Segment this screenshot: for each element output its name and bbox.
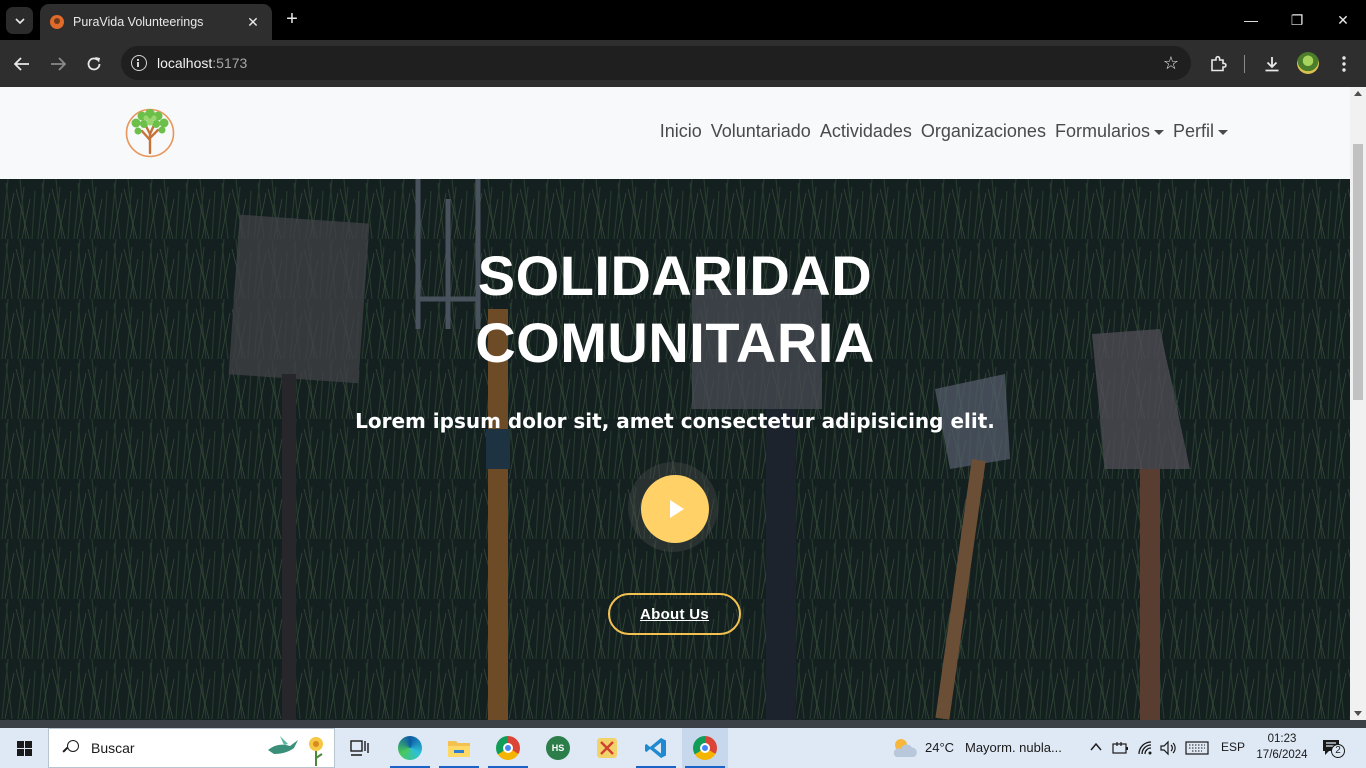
page-bottom-strip bbox=[0, 720, 1366, 728]
tree-logo-icon[interactable] bbox=[124, 104, 176, 158]
wifi-icon[interactable] bbox=[1137, 740, 1153, 756]
browser-tab-bar: PuraVida Volunteerings ✕ + — ❐ ✕ bbox=[0, 0, 1366, 40]
site-navbar: Inicio Voluntariado Actividades Organiza… bbox=[0, 87, 1350, 179]
taskbar-chrome-profile[interactable] bbox=[682, 728, 728, 768]
site-info-icon[interactable] bbox=[131, 55, 147, 71]
taskbar-edge[interactable] bbox=[387, 728, 433, 768]
start-button[interactable] bbox=[0, 728, 48, 768]
hero-title-line2: COMUNITARIA bbox=[475, 311, 875, 374]
tool-app-icon bbox=[597, 738, 617, 758]
search-icon bbox=[63, 740, 79, 756]
main-nav: Inicio Voluntariado Actividades Organiza… bbox=[660, 121, 1228, 142]
notification-center-button[interactable]: 2 bbox=[1322, 739, 1345, 758]
close-tab-icon[interactable]: ✕ bbox=[244, 14, 262, 31]
caret-down-icon bbox=[1218, 130, 1228, 135]
hero-title: SOLIDARIDAD COMUNITARIA bbox=[0, 242, 1350, 376]
play-video-button[interactable] bbox=[641, 475, 709, 543]
taskbar-chrome[interactable] bbox=[485, 728, 531, 768]
nav-link-actividades[interactable]: Actividades bbox=[820, 121, 912, 142]
downloads-button[interactable] bbox=[1260, 52, 1284, 76]
address-bar[interactable]: localhost :5173 ☆ bbox=[121, 46, 1191, 80]
taskbar-clock[interactable]: 01:23 17/6/2024 bbox=[1252, 731, 1312, 763]
taskbar-search[interactable]: Buscar bbox=[48, 728, 335, 768]
browser-tab-active[interactable]: PuraVida Volunteerings ✕ bbox=[40, 4, 272, 40]
nav-dropdown-perfil-label: Perfil bbox=[1172, 121, 1214, 141]
chevron-up-icon[interactable] bbox=[1090, 742, 1102, 752]
taskbar-tool-app[interactable] bbox=[584, 728, 630, 768]
weather-description[interactable]: Mayorm. nubla... bbox=[965, 740, 1062, 755]
clock-date: 17/6/2024 bbox=[1256, 749, 1308, 761]
download-icon bbox=[1265, 57, 1279, 72]
chrome-profile-icon bbox=[693, 736, 717, 760]
play-icon bbox=[670, 500, 684, 518]
caret-down-icon bbox=[1153, 130, 1164, 135]
scroll-down-arrow-icon[interactable] bbox=[1354, 711, 1362, 716]
hero-subtitle: Lorem ipsum dolor sit, amet consectetur … bbox=[355, 409, 995, 433]
site-favicon-icon bbox=[50, 15, 64, 29]
windows-taskbar: Buscar HS 24°C Mayorm. nubla... ESP 01:2… bbox=[0, 728, 1366, 768]
arrow-right-icon bbox=[51, 57, 66, 71]
task-view-button[interactable] bbox=[337, 728, 383, 768]
arrow-left-icon bbox=[14, 57, 29, 71]
bookmark-star-icon[interactable]: ☆ bbox=[1163, 53, 1179, 74]
weather-cloud-sun-icon[interactable] bbox=[891, 737, 919, 759]
weather-temperature[interactable]: 24°C bbox=[925, 740, 954, 755]
nav-link-inicio[interactable]: Inicio bbox=[660, 121, 702, 142]
taskbar-hs-app[interactable]: HS bbox=[535, 728, 581, 768]
reload-button[interactable] bbox=[81, 51, 107, 77]
hero-title-line1: SOLIDARIDAD bbox=[477, 244, 873, 307]
reload-icon bbox=[87, 57, 101, 71]
hs-app-icon: HS bbox=[546, 736, 570, 760]
battery-plug-icon[interactable] bbox=[1112, 741, 1130, 755]
chrome-icon bbox=[496, 736, 520, 760]
taskbar-file-explorer[interactable] bbox=[436, 728, 482, 768]
about-us-button[interactable]: About Us bbox=[608, 593, 741, 635]
url-port: :5173 bbox=[212, 55, 248, 71]
edge-icon bbox=[398, 736, 422, 760]
forward-button[interactable] bbox=[45, 51, 71, 77]
hero-section: SOLIDARIDAD COMUNITARIA Lorem ipsum dolo… bbox=[0, 179, 1350, 720]
restore-button[interactable]: ❐ bbox=[1274, 0, 1320, 40]
nav-link-voluntariado[interactable]: Voluntariado bbox=[711, 121, 811, 142]
browser-toolbar: localhost :5173 ☆ bbox=[0, 40, 1366, 87]
profile-avatar[interactable] bbox=[1297, 52, 1319, 74]
nav-dropdown-formularios-label: Formularios bbox=[1054, 121, 1150, 141]
input-language[interactable]: ESP bbox=[1221, 740, 1245, 754]
minimize-button[interactable]: — bbox=[1228, 0, 1274, 40]
page-scrollbar[interactable] bbox=[1350, 87, 1366, 720]
folder-icon bbox=[448, 741, 470, 757]
nav-dropdown-perfil[interactable]: Perfil bbox=[1173, 121, 1228, 142]
new-tab-button[interactable]: + bbox=[281, 8, 303, 30]
notification-count-badge: 2 bbox=[1331, 744, 1345, 758]
scrollbar-thumb[interactable] bbox=[1353, 144, 1363, 400]
page-viewport: Inicio Voluntariado Actividades Organiza… bbox=[0, 87, 1366, 720]
nav-dropdown-formularios[interactable]: Formularios bbox=[1055, 121, 1164, 142]
hummingbird-flower-icon bbox=[268, 736, 323, 766]
toolbar-divider bbox=[1244, 55, 1245, 73]
back-button[interactable] bbox=[9, 51, 35, 77]
nav-link-organizaciones[interactable]: Organizaciones bbox=[921, 121, 1046, 142]
puzzle-icon bbox=[1211, 55, 1227, 72]
taskbar-search-placeholder: Buscar bbox=[91, 740, 135, 756]
extensions-button[interactable] bbox=[1206, 52, 1230, 76]
clock-time: 01:23 bbox=[1267, 733, 1297, 745]
scroll-up-arrow-icon[interactable] bbox=[1354, 91, 1362, 96]
windows-logo-icon bbox=[16, 740, 32, 756]
task-view-icon bbox=[350, 740, 369, 756]
speaker-icon[interactable] bbox=[1159, 740, 1177, 756]
kebab-menu-icon bbox=[1342, 56, 1346, 72]
url-host: localhost bbox=[157, 55, 213, 71]
browser-menu-button[interactable] bbox=[1332, 52, 1356, 76]
taskbar-vscode[interactable] bbox=[633, 728, 679, 768]
close-window-button[interactable]: ✕ bbox=[1320, 0, 1366, 40]
keyboard-icon[interactable] bbox=[1185, 741, 1209, 755]
tab-search-button[interactable] bbox=[6, 7, 33, 34]
chevron-down-icon bbox=[14, 17, 25, 24]
tab-title: PuraVida Volunteerings bbox=[73, 15, 204, 29]
vscode-icon bbox=[645, 738, 666, 758]
